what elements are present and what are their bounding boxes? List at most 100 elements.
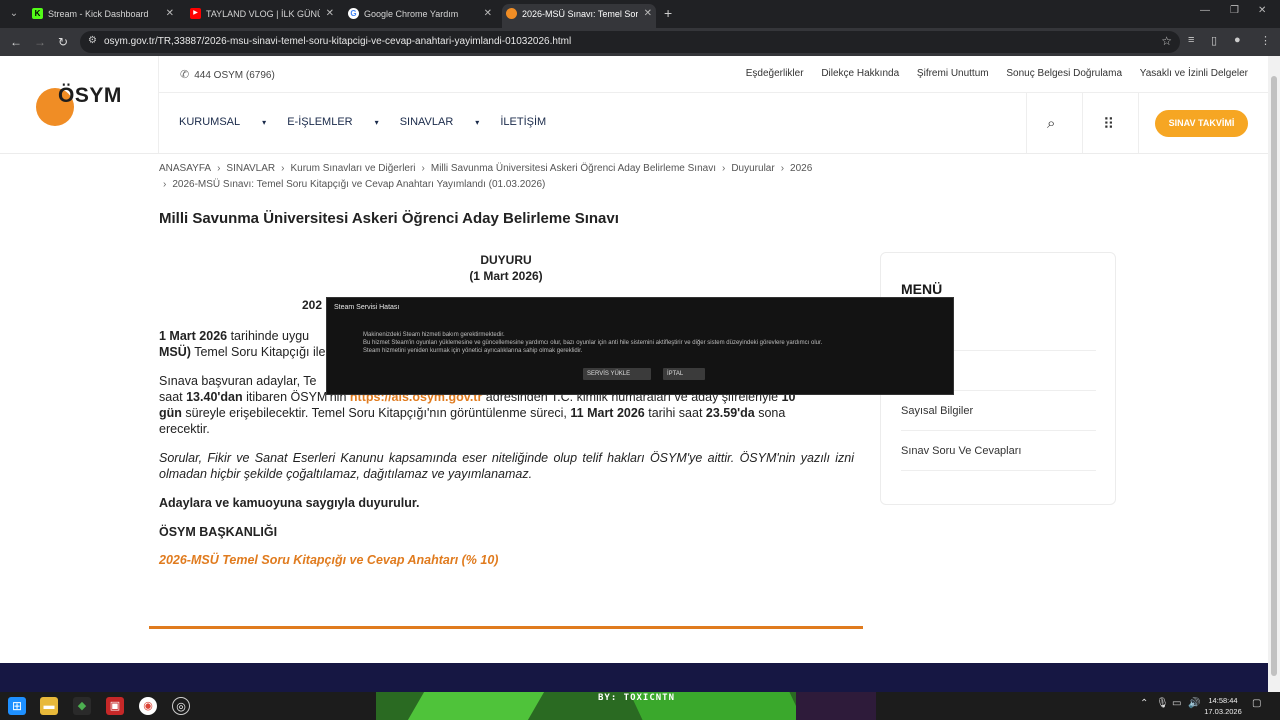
sidebar-title: MENÜ <box>901 281 943 297</box>
tab-osym[interactable]: 2026-MSÜ Sınavı: Temel Soru K ✕ <box>502 4 656 28</box>
breadcrumb-msu[interactable]: Milli Savunma Üniversitesi Askeri Öğrenc… <box>431 163 716 174</box>
back-icon[interactable]: ← <box>10 34 22 50</box>
answer-key-link[interactable]: 2026-MSÜ Temel Soru Kitapçığı ve Cevap A… <box>159 553 498 567</box>
nav-sinavlar[interactable]: SINAVLAR ▾ <box>400 116 480 128</box>
nav-label: E-İŞLEMLER <box>287 116 353 128</box>
tab-search-icon[interactable]: ⌄ <box>4 4 24 24</box>
menu-icon[interactable]: ⋮ <box>1260 34 1271 47</box>
taskbar: BY: TOXICNTN ⊞ ▬ ◆ ▣ ◉ ◎ ⌃ 🎙 ▭ 🔊 14:58:4… <box>0 692 1280 720</box>
volume-icon[interactable]: 🔊 <box>1188 698 1200 709</box>
breadcrumb-2026[interactable]: 2026 <box>790 163 812 174</box>
breadcrumb-sinavlar[interactable]: SINAVLAR <box>226 163 275 174</box>
dialog-line: Makinenizdeki Steam hizmeti bakım gerekt… <box>363 332 505 338</box>
chevron-right-icon: › <box>721 163 726 174</box>
chevron-down-icon: ▾ <box>374 118 379 127</box>
close-tab-icon[interactable]: ✕ <box>166 4 174 24</box>
file-explorer-icon[interactable]: ▬ <box>40 697 58 715</box>
close-window-icon[interactable]: ✕ <box>1258 5 1266 16</box>
text: erecektir. <box>159 422 210 436</box>
link-esdegerlikler[interactable]: Eşdeğerlikler <box>746 68 804 79</box>
notification-icon[interactable]: ▢ <box>1252 698 1261 709</box>
apps-button[interactable]: ⠿ <box>1082 93 1138 154</box>
text-bold: 23.59'da <box>705 406 755 420</box>
nav-label: SINAVLAR <box>399 116 454 128</box>
windows-start-icon[interactable]: ⊞ <box>8 697 26 715</box>
footer <box>0 663 1268 692</box>
sidebar-item-sayisal-bilgiler[interactable]: Sayısal Bilgiler <box>901 391 1096 431</box>
link-sifremi-unuttum[interactable]: Şifremi Unuttum <box>917 68 989 79</box>
breadcrumb-home[interactable]: ANASAYFA <box>159 163 211 174</box>
youtube-icon: ▶ <box>190 8 201 19</box>
chrome-icon[interactable]: ◉ <box>139 697 157 715</box>
minimize-icon[interactable]: — <box>1200 5 1210 16</box>
chevron-right-icon: › <box>780 163 785 174</box>
network-icon[interactable]: ▭ <box>1172 698 1181 709</box>
text: tarihi saat <box>644 406 706 420</box>
close-tab-icon[interactable]: ✕ <box>484 4 492 24</box>
tab-youtube[interactable]: ▶ TAYLAND VLOG | İLK GÜNÜMÜ ✕ <box>186 4 338 28</box>
page-title: Milli Savunma Üniversitesi Askeri Öğrenc… <box>159 210 619 227</box>
text: Sınava başvuran adaylar, Te <box>159 374 317 388</box>
scrollbar-thumb[interactable] <box>1271 76 1277 676</box>
close-tab-icon[interactable]: ✕ <box>326 4 334 24</box>
text-bold: MSÜ) <box>159 345 191 359</box>
profile-icon[interactable]: ● <box>1234 34 1241 46</box>
tray-chevron-icon[interactable]: ⌃ <box>1140 698 1148 709</box>
close-tab-icon[interactable]: ✕ <box>644 4 652 24</box>
obs-icon[interactable]: ◎ <box>172 697 190 715</box>
sidebar-item-soru-cevaplar[interactable]: Sınav Soru Ve Cevapları <box>901 431 1096 471</box>
text: süreyle erişebilecektir. Temel Soru Kita… <box>181 406 571 420</box>
bookmark-star-icon[interactable]: ☆ <box>1161 34 1172 48</box>
page-scrollbar[interactable] <box>1268 56 1280 692</box>
tab-google-help[interactable]: G Google Chrome Yardım ✕ <box>344 4 496 28</box>
app-icon[interactable]: ▣ <box>106 697 124 715</box>
breadcrumb: ANASAYFA › SINAVLAR › Kurum Sınavları ve Diğ… <box>159 161 879 193</box>
tab-kick[interactable]: K Stream - Kick Dashboard ✕ <box>28 4 178 28</box>
link-yasakli-izinli[interactable]: Yasaklı ve İzinli Delgeler <box>1140 68 1248 79</box>
chevron-right-icon: › <box>217 163 221 174</box>
install-service-button[interactable]: SERVİS YÜKLE <box>583 368 651 380</box>
address-toolbar: ← → ↻ ⚙ osym.gov.tr/TR,33887/2026-msu-si… <box>0 28 1280 56</box>
wallpaper-shape <box>796 692 876 720</box>
chevron-right-icon: › <box>421 163 425 174</box>
nav-iletisim[interactable]: İLETİŞİM <box>500 116 546 128</box>
kick-icon: K <box>32 8 43 19</box>
nav-e-islemler[interactable]: E-İŞLEMLER ▾ <box>287 116 378 128</box>
text: saat <box>159 390 187 404</box>
sinav-takvimi-button[interactable]: SINAV TAKVİMİ <box>1155 110 1248 137</box>
text: tarihinde uygu <box>227 329 310 343</box>
chevron-down-icon: ▾ <box>262 118 267 127</box>
paragraph-copyright: Sorular, Fikir ve Sanat Eserleri Kanunu … <box>159 451 854 481</box>
search-button[interactable]: ⌕ <box>1026 93 1082 154</box>
announcement-subtitle: 202 <box>302 298 323 312</box>
reading-list-icon[interactable]: ≡ <box>1188 34 1194 46</box>
microphone-icon[interactable]: 🎙 <box>1156 698 1169 709</box>
forward-icon[interactable]: → <box>34 34 46 50</box>
url-text[interactable]: osym.gov.tr/TR,33887/2026-msu-sinavi-tem… <box>104 36 571 47</box>
text-bold: gün <box>159 406 182 420</box>
breadcrumb-kurum[interactable]: Kurum Sınavları ve Diğerleri <box>290 163 415 174</box>
new-tab-icon[interactable]: + <box>664 4 672 22</box>
announcement-header: DUYURU (1 Mart 2026) <box>420 252 592 284</box>
paragraph-closing: Adaylara ve kamuoyuna saygıyla duyurulur… <box>159 496 420 510</box>
restore-icon[interactable]: ❐ <box>1230 5 1239 16</box>
breadcrumb-duyurular[interactable]: Duyurular <box>731 163 774 174</box>
address-bar[interactable]: ⚙ osym.gov.tr/TR,33887/2026-msu-sinavi-t… <box>80 31 1180 53</box>
wallpaper-credit: BY: TOXICNTN <box>598 693 676 703</box>
link-sonuc-belgesi[interactable]: Sonuç Belgesi Doğrulama <box>1006 68 1122 79</box>
tab-title: TAYLAND VLOG | İLK GÜNÜMÜ <box>206 9 320 19</box>
system-clock[interactable]: 14:58:44 17.03.2026 <box>1200 695 1246 717</box>
osym-icon <box>506 8 517 19</box>
osym-logo[interactable]: ÖSYM <box>36 84 136 128</box>
steam-error-dialog: Steam Servisi Hatası Makinenizdeki Steam… <box>326 297 954 395</box>
link-dilekce[interactable]: Dilekçe Hakkında <box>821 68 899 79</box>
nav-kurumsal[interactable]: KURUMSAL ▾ <box>179 116 266 128</box>
site-info-icon[interactable]: ⚙ <box>88 35 97 46</box>
reload-icon[interactable]: ↻ <box>58 34 68 50</box>
clock-time: 14:58:44 <box>1208 696 1238 705</box>
side-panel-icon[interactable]: ▯ <box>1211 34 1217 47</box>
top-links: Eşdeğerlikler Dilekçe Hakkında Şifremi U… <box>731 68 1248 79</box>
app-icon[interactable]: ◆ <box>73 697 91 715</box>
phone-contact[interactable]: ✆ 444 OSYM (6796) <box>180 68 275 81</box>
cancel-button[interactable]: İPTAL <box>663 368 705 380</box>
